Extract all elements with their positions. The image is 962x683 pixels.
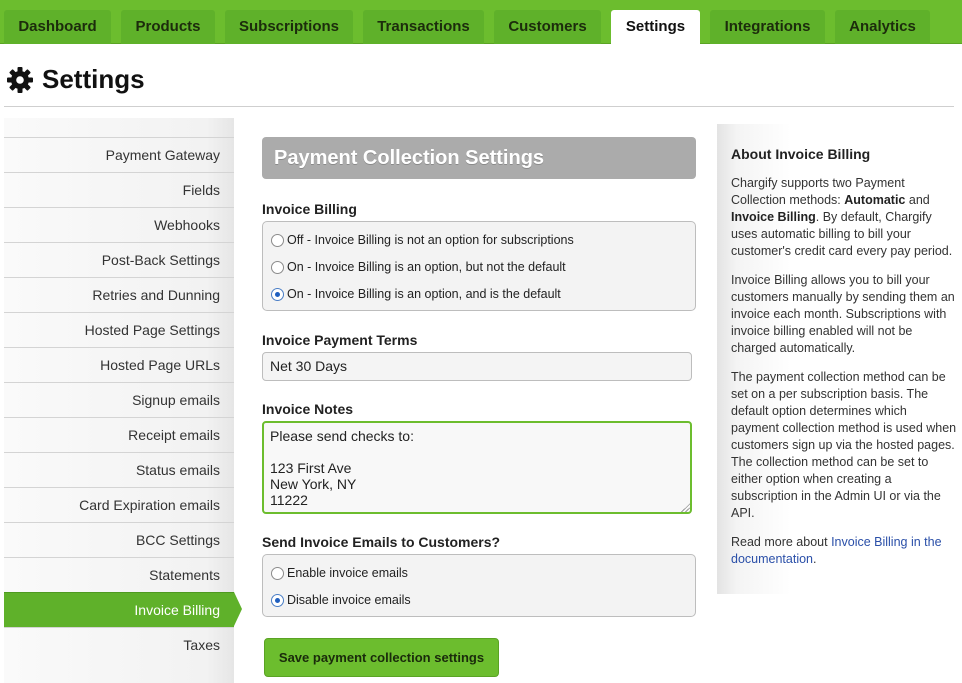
sidebar-item-taxes[interactable]: Taxes [4,627,234,662]
sidebar-item-post-back-settings[interactable]: Post-Back Settings [4,242,234,277]
radio-button-selected[interactable] [271,594,284,607]
panel-title: Payment Collection Settings [262,137,696,179]
tab-analytics[interactable]: Analytics [835,10,930,44]
send-emails-option-disable[interactable]: Disable invoice emails [271,591,411,611]
radio-button[interactable] [271,261,284,274]
option-label: On - Invoice Billing is an option, and i… [287,287,561,301]
sidebar-item-retries-and-dunning[interactable]: Retries and Dunning [4,277,234,312]
tab-customers[interactable]: Customers [494,10,601,44]
tab-transactions[interactable]: Transactions [363,10,484,44]
info-paragraph-1: Chargify supports two Payment Collection… [731,175,957,260]
resize-handle-icon[interactable] [680,502,690,512]
sidebar-item-fields[interactable]: Fields [4,172,234,207]
sidebar-item-receipt-emails[interactable]: Receipt emails [4,417,234,452]
tab-integrations[interactable]: Integrations [710,10,825,44]
info-text: and [905,193,930,207]
sidebar-item-card-expiration-emails[interactable]: Card Expiration emails [4,487,234,522]
info-title: About Invoice Billing [731,146,871,162]
top-navigation: Dashboard Products Subscriptions Transac… [0,0,962,45]
info-paragraph-4: Read more about Invoice Billing in the d… [731,534,957,568]
invoice-billing-option-on-default[interactable]: On - Invoice Billing is an option, and i… [271,285,561,305]
sidebar-item-invoice-billing[interactable]: Invoice Billing [4,592,234,627]
tab-products[interactable]: Products [121,10,215,44]
active-item-pointer [234,592,242,626]
sidebar-item-payment-gateway[interactable]: Payment Gateway [4,137,234,172]
invoice-notes-textarea[interactable]: Please send checks to: 123 First Ave New… [262,421,692,514]
info-emphasis: Invoice Billing [731,210,816,224]
save-button[interactable]: Save payment collection settings [264,638,499,677]
option-label: Off - Invoice Billing is not an option f… [287,233,574,247]
option-label: Disable invoice emails [287,593,411,607]
sidebar-item-status-emails[interactable]: Status emails [4,452,234,487]
invoice-billing-options: Off - Invoice Billing is not an option f… [262,221,696,311]
sidebar-item-statements[interactable]: Statements [4,557,234,592]
sidebar-item-hosted-page-settings[interactable]: Hosted Page Settings [4,312,234,347]
sidebar-item-bcc-settings[interactable]: BCC Settings [4,522,234,557]
radio-button[interactable] [271,234,284,247]
page-title: Settings [42,64,145,94]
tab-dashboard[interactable]: Dashboard [4,10,111,44]
option-label: On - Invoice Billing is an option, but n… [287,260,566,274]
tab-subscriptions[interactable]: Subscriptions [225,10,353,44]
send-emails-option-enable[interactable]: Enable invoice emails [271,564,408,584]
invoice-billing-option-on-not-default[interactable]: On - Invoice Billing is an option, but n… [271,258,566,278]
settings-sidebar: Payment Gateway Fields Webhooks Post-Bac… [4,118,234,683]
radio-button[interactable] [271,567,284,580]
info-emphasis: Automatic [844,193,906,207]
gear-icon [7,67,33,93]
radio-button-selected[interactable] [271,288,284,301]
invoice-billing-option-off[interactable]: Off - Invoice Billing is not an option f… [271,231,574,251]
header-divider [4,106,954,107]
send-emails-options: Enable invoice emails Disable invoice em… [262,554,696,617]
info-paragraph-3: The payment collection method can be set… [731,370,957,520]
invoice-billing-label: Invoice Billing [262,201,357,217]
option-label: Enable invoice emails [287,566,408,580]
invoice-notes-label: Invoice Notes [262,401,354,417]
payment-terms-label: Invoice Payment Terms [262,332,418,348]
sidebar-item-webhooks[interactable]: Webhooks [4,207,234,242]
tab-settings[interactable]: Settings [611,10,700,45]
send-emails-label: Send Invoice Emails to Customers? [262,534,501,550]
sidebar-item-signup-emails[interactable]: Signup emails [4,382,234,417]
sidebar-item-hosted-page-urls[interactable]: Hosted Page URLs [4,347,234,382]
info-paragraph-2: Invoice Billing allows you to bill your … [731,273,955,355]
info-text: . [813,552,817,566]
payment-terms-input[interactable]: Net 30 Days [262,352,692,381]
info-text: Read more about [731,535,832,549]
